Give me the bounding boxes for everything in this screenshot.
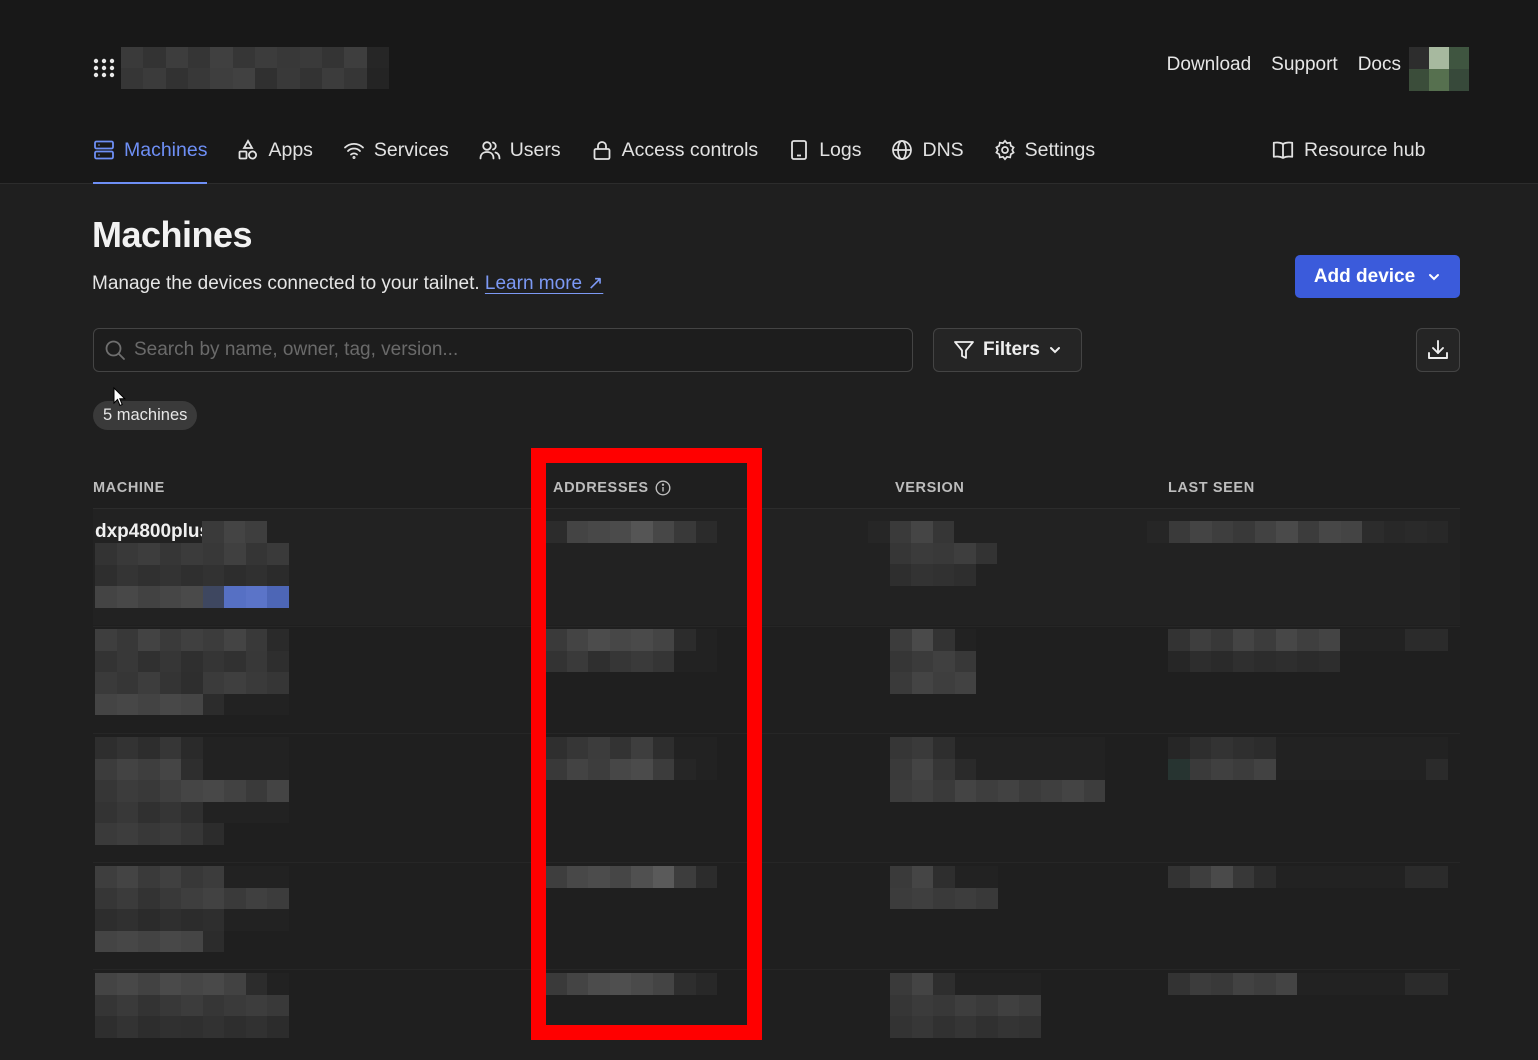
tab-access-controls-label: Access controls: [621, 138, 759, 161]
redacted-version: [890, 973, 1041, 1038]
row-divider: [93, 969, 1460, 970]
server-icon: [94, 140, 114, 160]
tab-apps-label: Apps: [268, 138, 313, 161]
shapes-icon: [239, 139, 258, 160]
add-device-label: Add device: [1313, 265, 1416, 287]
tab-logs-label: Logs: [819, 138, 862, 161]
tab-dns-label: DNS: [922, 138, 964, 161]
download-link[interactable]: Download: [1167, 54, 1252, 76]
main-nav: Machines Apps Services Users Access cont…: [93, 130, 1125, 184]
machine-name[interactable]: dxp4800plus: [95, 521, 210, 543]
redacted-text: [95, 866, 289, 952]
redacted-last-seen: [1168, 737, 1449, 780]
resource-hub-link[interactable]: Resource hub: [1272, 130, 1425, 170]
machine-count-badge: 5 machines: [93, 401, 198, 430]
tab-services[interactable]: Services: [343, 130, 449, 170]
tab-settings-label: Settings: [1024, 138, 1096, 161]
top-links: Download Support Docs: [1167, 54, 1401, 76]
download-icon: [1428, 340, 1448, 359]
page-subtitle: Manage the devices connected to your tai…: [92, 272, 603, 295]
column-header-last-seen-label: LAST SEEN: [1168, 480, 1255, 496]
column-header-addresses-label: ADDRESSES: [553, 480, 649, 496]
tab-settings[interactable]: Settings: [994, 130, 1095, 170]
page-title: Machines: [92, 214, 253, 255]
add-device-button[interactable]: Add device: [1295, 255, 1460, 298]
redacted-version: [890, 737, 1105, 802]
subtitle-text: Manage the devices connected to your tai…: [92, 273, 480, 294]
redacted-text: [202, 521, 267, 543]
docs-link[interactable]: Docs: [1358, 54, 1401, 76]
redacted-address: [545, 737, 718, 780]
resource-hub-label: Resource hub: [1304, 138, 1426, 161]
redacted-version: [890, 866, 998, 909]
redacted-address: [545, 521, 718, 543]
redacted-text: [95, 973, 289, 1038]
tab-services-label: Services: [373, 138, 449, 161]
tailnet-name-redacted[interactable]: [121, 47, 389, 89]
redacted-tags: [95, 586, 289, 608]
gear-icon: [994, 139, 1015, 161]
export-button[interactable]: [1416, 328, 1460, 372]
search-input[interactable]: [134, 339, 894, 361]
redacted-last-seen: [1147, 521, 1449, 543]
redacted-version: [868, 521, 998, 586]
row-divider: [93, 733, 1460, 734]
column-header-machine[interactable]: MACHINE: [93, 480, 165, 496]
column-header-machine-label: MACHINE: [93, 480, 165, 496]
row-divider: [93, 626, 1460, 627]
redacted-address: [545, 629, 718, 672]
redacted-address: [545, 973, 718, 995]
column-header-last-seen[interactable]: LAST SEEN: [1168, 480, 1255, 496]
app-grid-icon[interactable]: [93, 58, 115, 78]
filter-icon: [954, 341, 974, 359]
globe-icon: [892, 140, 913, 160]
tab-apps[interactable]: Apps: [237, 130, 313, 170]
chevron-down-icon: [1429, 273, 1440, 280]
tab-users-label: Users: [509, 138, 561, 161]
learn-more-link[interactable]: Learn more ↗: [485, 273, 603, 294]
avatar[interactable]: [1409, 47, 1469, 91]
row-divider: [93, 862, 1460, 863]
lock-icon: [593, 141, 611, 160]
column-header-version[interactable]: VERSION: [895, 480, 964, 496]
search-icon: [105, 340, 125, 360]
column-header-version-label: VERSION: [895, 480, 965, 496]
redacted-text: [95, 543, 289, 586]
redacted-text: [95, 737, 289, 845]
redacted-version: [890, 629, 976, 694]
users-icon: [479, 141, 501, 160]
book-open-icon: [1272, 141, 1294, 159]
tab-machines[interactable]: Machines: [93, 130, 208, 184]
chevron-down-icon: [1050, 347, 1061, 354]
wifi-icon: [344, 143, 364, 159]
tab-users[interactable]: Users: [479, 130, 561, 170]
tab-dns[interactable]: DNS: [891, 130, 964, 170]
mouse-cursor-icon: [113, 387, 127, 407]
redacted-last-seen: [1168, 629, 1449, 672]
tab-machines-label: Machines: [124, 138, 208, 161]
redacted-address: [545, 866, 718, 888]
redacted-text: [95, 629, 289, 715]
tablet-icon: [791, 140, 808, 160]
column-header-addresses[interactable]: ADDRESSES: [553, 480, 671, 496]
redacted-last-seen: [1168, 973, 1449, 995]
filters-button[interactable]: Filters: [933, 328, 1082, 372]
tab-logs[interactable]: Logs: [788, 130, 861, 170]
support-link[interactable]: Support: [1271, 54, 1338, 76]
filters-label: Filters: [982, 339, 1041, 360]
info-icon[interactable]: [655, 480, 671, 496]
tab-access-controls[interactable]: Access controls: [591, 130, 759, 170]
redacted-last-seen: [1168, 866, 1449, 888]
search-box[interactable]: [93, 328, 913, 372]
